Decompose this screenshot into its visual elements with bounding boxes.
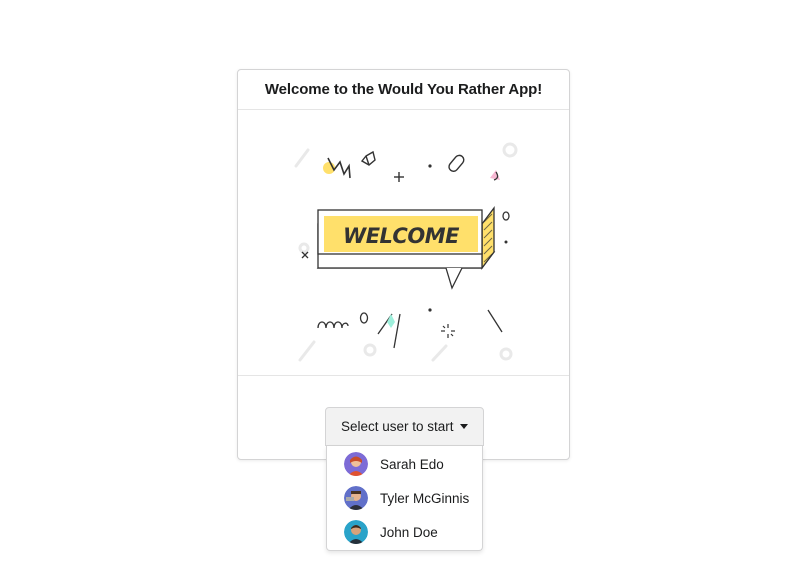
user-option-sarah-edo[interactable]: Sarah Edo (327, 447, 482, 481)
caret-down-icon (460, 424, 468, 429)
card-title: Welcome to the Would You Rather App! (238, 70, 569, 110)
app-root: Welcome to the Would You Rather App! WEL… (0, 0, 800, 573)
user-select-dropdown[interactable]: Select user to start (325, 407, 484, 446)
user-option-john-doe[interactable]: John Doe (327, 515, 482, 549)
avatar-tyler-icon (344, 486, 368, 510)
avatar-john-icon (344, 520, 368, 544)
banner-text: WELCOME (343, 224, 460, 248)
user-option-tyler-mcginnis[interactable]: Tyler McGinnis (327, 481, 482, 515)
avatar-sarah-icon (344, 452, 368, 476)
user-option-name: Tyler McGinnis (380, 490, 470, 506)
welcome-illustration: WELCOME (238, 110, 569, 376)
user-option-name: John Doe (380, 524, 438, 540)
user-select-menu: Sarah Edo Tyler McGinnis John Doe (326, 446, 483, 551)
user-select-label: Select user to start (341, 419, 454, 434)
user-option-name: Sarah Edo (380, 456, 444, 472)
welcome-card: Welcome to the Would You Rather App! WEL… (237, 69, 570, 460)
